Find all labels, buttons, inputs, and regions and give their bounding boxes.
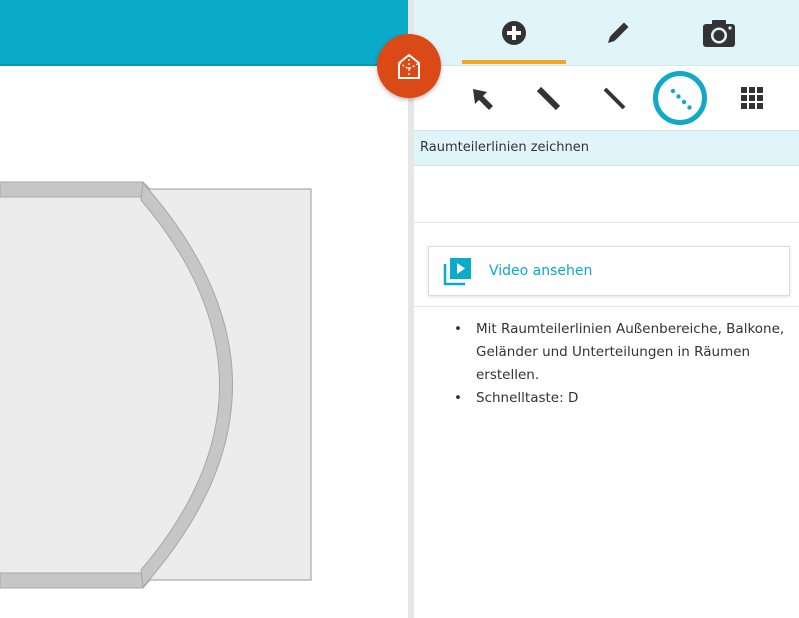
wall-line-icon [536,86,561,111]
tab-add[interactable] [462,0,566,66]
watch-video-button[interactable]: Video ansehen [428,246,790,296]
line-icon [603,87,626,110]
tips-list: Mit Raumteilerlinien Außenbereiche, Balk… [452,318,792,410]
tool-options [414,166,799,223]
tab-edit[interactable] [582,0,654,66]
tool-divider-line[interactable] [653,66,707,130]
tip-item: Schnelltaste: D [452,387,792,410]
add-icon [502,21,526,45]
tab-bar [414,0,799,66]
video-label: Video ansehen [489,263,593,279]
floorplan-drawing [0,181,312,589]
tips-separator [414,306,799,307]
wall-bottom [0,572,151,589]
tip-item: Mit Raumteilerlinien Außenbereiche, Balk… [452,318,792,387]
app-logo[interactable] [377,34,441,98]
floorplan-canvas[interactable] [0,66,409,618]
tool-select[interactable] [456,66,508,130]
tool-line[interactable] [588,66,640,130]
tool-panel: Raumteilerlinien zeichnen Video ansehen … [414,0,799,618]
tool-title: Raumteilerlinien zeichnen [414,130,799,166]
selected-tool-ring [653,71,707,125]
tab-camera[interactable] [684,0,754,66]
camera-icon [703,20,735,47]
tool-wall[interactable] [522,66,574,130]
grid-icon [741,87,763,109]
house-3d-icon [398,54,420,79]
tool-more[interactable] [726,66,778,130]
pencil-icon [608,22,629,43]
select-arrow-icon [473,89,493,110]
wall-top [0,181,151,198]
drawing-tools [414,66,799,130]
video-play-icon [443,256,473,286]
canvas-top-bar [0,0,409,66]
